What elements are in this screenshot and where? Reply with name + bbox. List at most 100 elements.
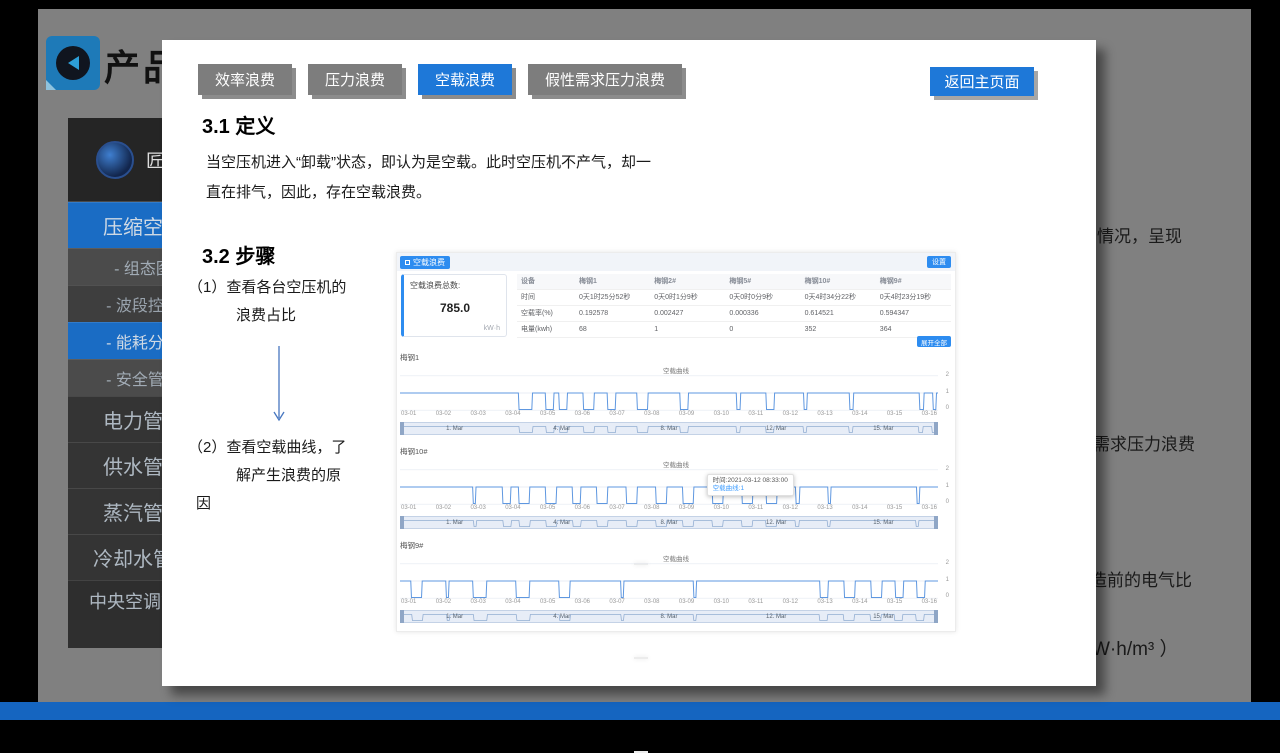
x-axis-label: 03-11 (748, 599, 763, 608)
x-axis-label: 03-07 (609, 599, 624, 608)
slider-handle-right[interactable] (934, 516, 938, 529)
x-axis: 03-0103-0203-0303-0403-0503-0603-0703-08… (400, 505, 938, 514)
definition-heading: 3.1 定义 (202, 110, 275, 139)
slider-date-label: 12. Mar (766, 614, 786, 620)
summary-card-label: 空载浪费总数: (410, 280, 460, 291)
datazoom-slider[interactable]: 1. Mar4. Mar8. Mar12. Mar15. Mar (400, 610, 938, 623)
table-cell: 0天0时1分9秒 (650, 290, 725, 305)
x-axis-label: 03-12 (783, 505, 798, 514)
step2-line2: 解产生浪费的原 (236, 464, 341, 485)
presentation-bottom-bar (0, 702, 1280, 720)
x-axis-label: 03-15 (887, 599, 902, 608)
x-axis-label: 03-16 (922, 599, 937, 608)
x-axis-label: 03-02 (436, 505, 451, 514)
x-axis: 03-0103-0203-0303-0403-0503-0603-0703-08… (400, 599, 938, 608)
dashboard-title-text: 空载浪费 (413, 257, 445, 268)
table-row: 电量(kwh)6810352364 (517, 322, 951, 338)
table-header-cell: 梅钢10# (801, 274, 876, 289)
x-axis-label: 03-06 (575, 505, 590, 514)
x-axis-label: 03-05 (540, 505, 555, 514)
dashboard-title-badge[interactable]: 空载浪费 (400, 256, 450, 269)
slider-date-label: 4. Mar (553, 614, 570, 620)
logo-fold-decoration (46, 80, 56, 90)
slider-handle-left[interactable] (400, 516, 404, 529)
tab-4[interactable]: 假性需求压力浪费 (528, 64, 682, 95)
x-axis-label: 03-11 (748, 505, 763, 514)
x-axis-label: 03-06 (575, 411, 590, 420)
chart-title: 梅钢9# (400, 539, 952, 552)
table-header-row: 设备梅钢1梅钢2#梅钢5#梅钢10#梅钢9# (517, 274, 951, 290)
datazoom-slider[interactable]: 1. Mar4. Mar8. Mar12. Mar15. Mar (400, 516, 938, 529)
x-axis-label: 03-01 (401, 505, 416, 514)
table-cell: 空载率(%) (517, 306, 575, 321)
tab-2[interactable]: 压力浪费 (308, 64, 402, 95)
settings-button[interactable]: 设置 (927, 256, 951, 268)
x-axis-label: 03-13 (817, 505, 832, 514)
x-axis-label: 03-04 (505, 411, 520, 420)
x-axis-label: 03-08 (644, 599, 659, 608)
legend-item[interactable]: 空载曲线 (400, 458, 952, 469)
device-table: 设备梅钢1梅钢2#梅钢5#梅钢10#梅钢9#时间0天1时25分52秒0天0时1分… (517, 274, 951, 338)
summary-card-value: 785.0 (404, 301, 506, 315)
x-axis-label: 03-16 (922, 505, 937, 514)
expand-all-button[interactable]: 展开全部 (917, 336, 951, 347)
y-axis-label: 1 (946, 389, 949, 395)
slider-date-label: 4. Mar (553, 426, 570, 432)
x-axis-label: 03-04 (505, 599, 520, 608)
legend-item[interactable]: 空载曲线 (400, 364, 952, 375)
legend-item[interactable]: 空载曲线 (400, 552, 952, 563)
screen-top-border (0, 0, 1280, 9)
x-axis-label: 03-01 (401, 411, 416, 420)
slider-date-label: 12. Mar (766, 426, 786, 432)
slider-date-label: 1. Mar (446, 426, 463, 432)
x-axis-label: 03-10 (714, 599, 729, 608)
background-text-fragment: W·h/m³ ） (1092, 634, 1179, 661)
step1-line1: （1）查看各台空压机的 (188, 276, 346, 297)
legend-label: 空载曲线 (663, 553, 689, 563)
x-axis-label: 03-06 (575, 599, 590, 608)
datazoom-slider[interactable]: 1. Mar4. Mar8. Mar12. Mar15. Mar (400, 422, 938, 435)
y-axis-label: 0 (946, 499, 949, 505)
x-axis-label: 03-09 (679, 411, 694, 420)
slider-date-label: 8. Mar (660, 614, 677, 620)
tooltip-time: 时间:2021-03-12 08:33:00 (713, 477, 788, 485)
back-button[interactable] (46, 36, 100, 90)
screen-left-border (0, 0, 38, 702)
slider-date-label: 15. Mar (873, 614, 893, 620)
table-header-cell: 梅钢1 (575, 274, 650, 289)
x-axis-label: 03-16 (922, 411, 937, 420)
table-cell: 电量(kwh) (517, 322, 575, 337)
table-header-cell: 梅钢2# (650, 274, 725, 289)
definition-line-1: 当空压机进入“卸载”状态，即认为是空载。此时空压机不产气，却一 (206, 148, 651, 178)
charts: 梅钢1空载曲线21003-0103-0203-0303-0403-0503-06… (400, 351, 952, 633)
x-axis-label: 03-15 (887, 411, 902, 420)
slider-handle-left[interactable] (400, 610, 404, 623)
legend-line-icon (634, 657, 648, 659)
table-row: 空载率(%)0.1925780.0024270.0003360.6145210.… (517, 306, 951, 322)
x-axis-label: 03-07 (609, 411, 624, 420)
y-axis-label: 0 (946, 405, 949, 411)
x-axis-label: 03-04 (505, 505, 520, 514)
background-text-fragment: 造前的电气比 (1090, 566, 1192, 591)
table-cell: 0天4时34分22秒 (801, 290, 876, 305)
table-cell: 0.614521 (801, 306, 876, 321)
x-axis-label: 03-14 (852, 505, 867, 514)
x-axis-label: 03-01 (401, 599, 416, 608)
table-cell: 0.000336 (725, 306, 800, 321)
table-cell: 0天1时25分52秒 (575, 290, 650, 305)
slider-handle-left[interactable] (400, 422, 404, 435)
table-cell: 0天4时23分19秒 (876, 290, 951, 305)
slider-handle-right[interactable] (934, 422, 938, 435)
chart-block: 梅钢1空载曲线21003-0103-0203-0303-0403-0503-06… (400, 351, 952, 445)
tab-1[interactable]: 效率浪费 (198, 64, 292, 95)
x-axis-label: 03-02 (436, 599, 451, 608)
slider-handle-right[interactable] (934, 610, 938, 623)
tab-3[interactable]: 空载浪费 (418, 64, 512, 95)
x-axis-label: 03-13 (817, 411, 832, 420)
slider-date-label: 15. Mar (873, 520, 893, 526)
x-axis-label: 03-10 (714, 505, 729, 514)
return-home-button[interactable]: 返回主页面 (930, 67, 1034, 96)
definition-text: 当空压机进入“卸载”状态，即认为是空载。此时空压机不产气，却一 直在排气，因此，… (206, 148, 651, 208)
table-cell: 时间 (517, 290, 575, 305)
x-axis-label: 03-02 (436, 411, 451, 420)
